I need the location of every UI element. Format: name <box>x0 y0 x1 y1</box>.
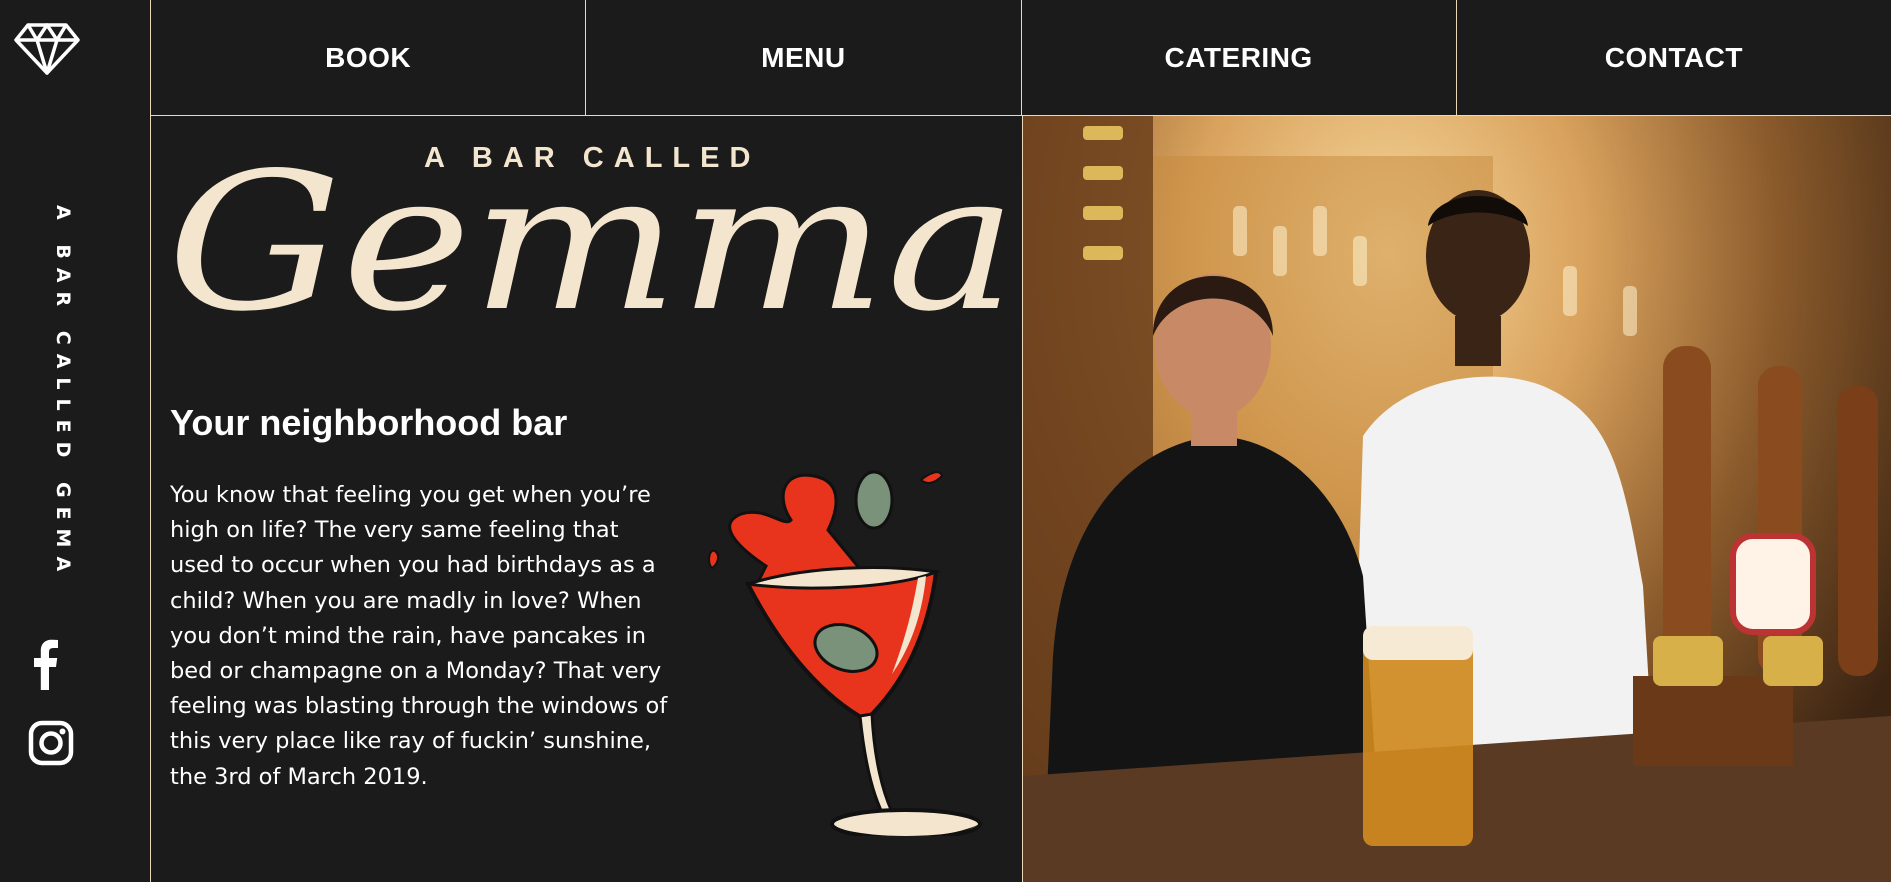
instagram-icon[interactable] <box>28 720 74 766</box>
bar-scene-illustration <box>1023 116 1891 882</box>
nav-menu[interactable]: MENU <box>586 0 1022 115</box>
cocktail-martini-illustration <box>708 470 982 836</box>
section-heading: Your neighborhood bar <box>170 402 568 443</box>
nav-catering[interactable]: CATERING <box>1022 0 1457 115</box>
brand-vertical-name: A BAR CALLED GEMA <box>52 205 74 581</box>
intro-paragraph: You know that feeling you get when you’r… <box>170 482 668 790</box>
top-nav: BOOK MENU CATERING CONTACT <box>151 0 1891 116</box>
bartenders-photo <box>1023 116 1891 882</box>
pre-title: A BAR CALLED <box>424 142 761 174</box>
facebook-icon[interactable] <box>28 638 60 690</box>
hero-text-panel: Gemma A BAR CALLED Your neighborhood bar… <box>151 116 1023 882</box>
nav-book[interactable]: BOOK <box>151 0 587 115</box>
sidebar: A BAR CALLED GEMA <box>0 0 151 882</box>
diamond-icon[interactable] <box>14 22 80 76</box>
nav-contact[interactable]: CONTACT <box>1457 0 1891 115</box>
